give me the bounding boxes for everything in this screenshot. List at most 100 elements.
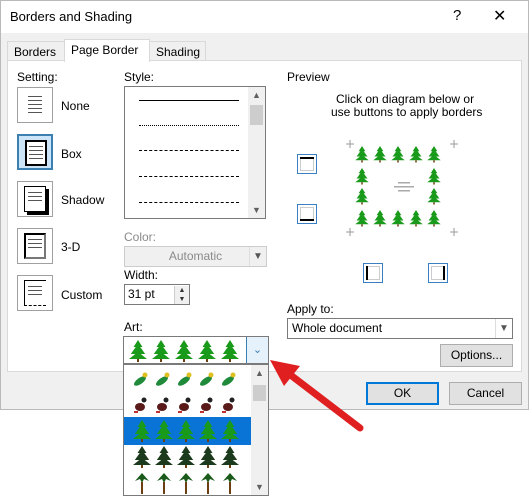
setting-3d-label[interactable]: 3-D — [61, 240, 80, 254]
tree-trunk — [379, 160, 381, 163]
chevron-down-icon: ▼ — [249, 247, 266, 266]
tree-trunk — [229, 439, 231, 442]
tree-icon — [355, 146, 369, 161]
tree-icon — [129, 340, 147, 359]
setting-none-icon[interactable] — [17, 87, 53, 123]
tree-trunk — [361, 160, 363, 163]
art-option-candy[interactable] — [124, 365, 252, 393]
setting-box-label[interactable]: Box — [61, 147, 82, 161]
art-option-palms[interactable] — [124, 469, 252, 495]
style-dash-dot[interactable] — [139, 202, 239, 203]
cancel-button-label: Cancel — [466, 386, 505, 400]
tree-icon — [177, 420, 195, 439]
tab-page-border-label: Page Border — [71, 43, 139, 57]
top-border-button[interactable] — [297, 154, 317, 174]
ok-button-label: OK — [393, 386, 412, 400]
tree-trunk — [160, 359, 162, 362]
tree-icon — [155, 446, 173, 465]
bird-feet — [200, 411, 204, 413]
art-option-birds[interactable] — [124, 391, 252, 419]
border-preview-diagram[interactable] — [346, 140, 464, 240]
tree-trunk — [163, 439, 165, 442]
apply-to-dropdown[interactable]: Whole document ▼ — [287, 318, 513, 339]
help-button[interactable]: ? — [453, 7, 461, 24]
style-scrollbar[interactable]: ▲ ▼ — [248, 87, 265, 218]
crop-mark — [450, 140, 458, 148]
candy-tip — [164, 372, 170, 378]
tree-trunk — [379, 224, 381, 227]
palm-icon — [179, 473, 193, 483]
preview-instruction-2: use buttons to apply borders — [331, 105, 483, 119]
palm-trunk — [163, 482, 165, 494]
tree-icon — [155, 420, 173, 439]
crop-mark — [450, 228, 458, 236]
crop-mark — [346, 140, 354, 148]
palm-icon — [223, 473, 237, 483]
style-dotted[interactable] — [139, 125, 239, 126]
preview-heading: Preview — [287, 70, 330, 84]
style-dashed-small[interactable] — [139, 150, 239, 151]
tree-icon — [427, 168, 441, 183]
tab-borders[interactable]: Borders — [7, 41, 65, 61]
tree-icon — [221, 340, 239, 359]
window-title: Borders and Shading — [10, 9, 133, 24]
style-solid[interactable] — [139, 100, 239, 101]
art-option-dark-trees[interactable] — [124, 443, 252, 471]
setting-custom-icon[interactable] — [17, 275, 53, 311]
setting-shadow-label[interactable]: Shadow — [61, 193, 104, 207]
style-heading: Style: — [124, 70, 155, 84]
chevron-down-icon[interactable]: ▼ — [495, 319, 512, 338]
setting-3d-icon[interactable] — [17, 228, 53, 264]
setting-shadow-icon[interactable] — [17, 181, 53, 217]
color-label: Color: — [124, 230, 157, 244]
width-spinner[interactable]: 31 pt ▲ ▼ — [124, 284, 190, 305]
style-listbox[interactable]: ▲ ▼ — [124, 86, 266, 219]
spin-down-icon[interactable]: ▼ — [174, 295, 189, 304]
tree-trunk — [229, 359, 231, 362]
setting-none-label[interactable]: None — [61, 99, 90, 113]
spin-up-icon[interactable]: ▲ — [174, 286, 189, 295]
scroll-down-icon[interactable]: ▼ — [252, 205, 261, 215]
art-option-trees[interactable] — [124, 417, 252, 445]
bird-feet — [134, 411, 138, 413]
tab-shading[interactable]: Shading — [149, 41, 206, 61]
candy-tip — [142, 372, 148, 378]
preview-instruction-1: Click on diagram below or — [336, 92, 475, 106]
apply-to-label: Apply to: — [287, 302, 334, 316]
left-border-button[interactable] — [363, 263, 383, 283]
preview-text-line — [398, 182, 410, 184]
art-dropdown[interactable]: ⌄ — [123, 336, 269, 364]
options-button[interactable]: Options... — [440, 344, 513, 367]
tree-icon — [152, 340, 170, 359]
tree-trunk — [433, 160, 435, 163]
setting-custom-label[interactable]: Custom — [61, 288, 102, 302]
candy-tip — [186, 372, 192, 378]
cancel-button[interactable]: Cancel — [449, 382, 522, 405]
ok-button[interactable]: OK — [366, 382, 439, 405]
tree-icon — [175, 340, 193, 359]
bird-icon — [179, 403, 189, 411]
tree-trunk — [183, 359, 185, 362]
color-value: Automatic — [168, 249, 223, 263]
tree-icon — [133, 446, 151, 465]
tree-trunk — [397, 160, 399, 163]
bottom-border-button[interactable] — [297, 204, 317, 224]
art-label: Art: — [124, 320, 143, 334]
art-dropdown-list[interactable]: ▲ ▼ — [123, 364, 269, 496]
tree-icon — [221, 446, 239, 465]
bird-feet — [156, 411, 160, 413]
bird-icon — [135, 403, 145, 411]
preview-text-line — [394, 186, 414, 188]
style-dashed[interactable] — [139, 176, 239, 177]
scroll-thumb[interactable] — [250, 105, 263, 125]
setting-box-icon[interactable] — [17, 134, 53, 170]
close-button[interactable]: ✕ — [493, 6, 506, 26]
tab-page-border[interactable]: Page Border — [64, 39, 150, 62]
scroll-down-icon[interactable]: ▼ — [255, 482, 264, 492]
art-selected-trees — [129, 340, 239, 362]
tree-icon — [199, 446, 217, 465]
tree-trunk — [185, 465, 187, 468]
bird-icon — [223, 403, 233, 411]
scroll-up-icon[interactable]: ▲ — [252, 90, 261, 100]
right-border-button[interactable] — [428, 263, 448, 283]
